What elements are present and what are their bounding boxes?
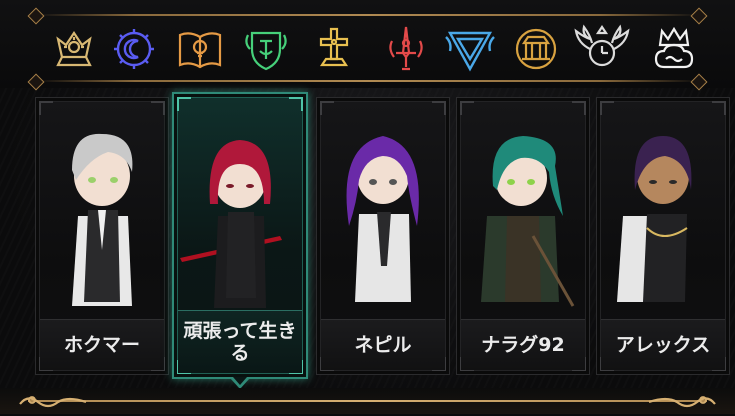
- character-card-5[interactable]: アレックス: [596, 97, 730, 375]
- character-name-plate: ナラグ92: [461, 319, 585, 370]
- character-card-2-selected[interactable]: 頑張って生きる: [172, 92, 308, 389]
- bottom-gold-rule: [36, 80, 699, 82]
- shield-crest-icon[interactable]: [238, 20, 294, 78]
- character-name: 頑張って生きる: [183, 320, 297, 364]
- character-portrait: [42, 106, 162, 314]
- sun-emblem-icon[interactable]: [46, 20, 102, 78]
- crown-cloud-icon[interactable]: [646, 20, 702, 78]
- character-portrait: [463, 106, 583, 314]
- open-book-bulb-icon[interactable]: [172, 20, 228, 78]
- temple-emblem-icon[interactable]: [508, 20, 564, 78]
- character-portrait: [603, 106, 723, 314]
- character-name: ネピル: [354, 334, 412, 356]
- bottom-gold-line: [28, 400, 707, 402]
- top-gold-rule: [36, 14, 699, 16]
- character-name-plate: ネピル: [321, 319, 445, 370]
- character-card-4[interactable]: ナラグ92: [456, 97, 590, 375]
- gear-moon-icon[interactable]: [106, 20, 162, 78]
- character-name-plate: 頑張って生きる: [178, 310, 302, 373]
- character-name: ホクマー: [63, 334, 140, 356]
- character-name-plate: ホクマー: [40, 319, 164, 370]
- character-card-1[interactable]: ホクマー: [35, 97, 169, 375]
- triangle-crest-icon[interactable]: [442, 20, 498, 78]
- sword-emblem-icon[interactable]: [378, 20, 434, 78]
- sephirah-icon-bar: [0, 0, 735, 91]
- character-portrait: [323, 106, 443, 314]
- cross-pedestal-icon[interactable]: [306, 20, 362, 78]
- character-name-plate: アレックス: [601, 319, 725, 370]
- rule-ornament-left-bottom: [27, 73, 45, 91]
- winged-clock-icon[interactable]: [574, 20, 630, 78]
- character-name: ナラグ92: [481, 334, 565, 356]
- scroll-ornament-right: [647, 392, 717, 412]
- character-name: アレックス: [615, 334, 711, 356]
- scroll-ornament-left: [18, 392, 88, 412]
- bottom-ornate-bar: [0, 388, 735, 414]
- rule-ornament-left: [27, 7, 45, 25]
- character-portrait: [180, 108, 300, 316]
- character-card-3[interactable]: ネピル: [316, 97, 450, 375]
